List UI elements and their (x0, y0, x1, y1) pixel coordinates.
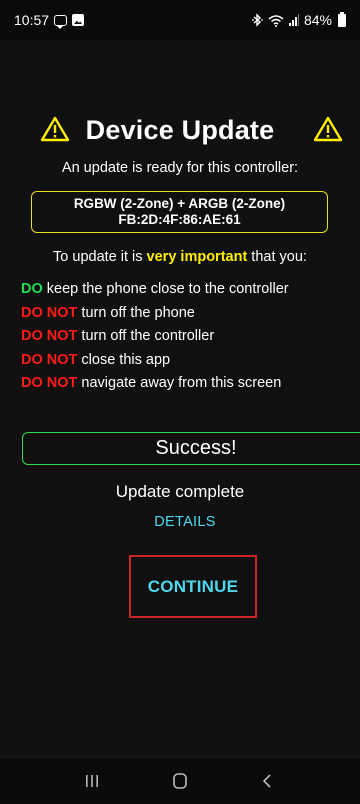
instructions-suffix: that you: (247, 249, 307, 265)
image-icon (72, 14, 85, 26)
rule-text: keep the phone close to the controller (42, 281, 289, 297)
battery-icon (338, 11, 346, 27)
battery-percent: 84% (303, 12, 332, 28)
rule-tag: DO NOT (21, 304, 78, 321)
device-name: RGBW (2-Zone) + ARGB (2-Zone) (73, 196, 286, 211)
rule-text: turn off the controller (77, 328, 215, 344)
status-bar: 10:57 84% (0, 0, 360, 40)
rule-tag: DO NOT (21, 328, 78, 344)
list-item: DO NOT navigate away from this screen (21, 373, 351, 397)
list-item: DO NOT turn off the controller (21, 326, 351, 350)
continue-button[interactable]: CONTINUE (129, 555, 257, 618)
wifi-icon (268, 14, 284, 27)
rule-text: close this app (77, 351, 171, 368)
title-row: Device Update (0, 108, 360, 152)
rule-text: turn off the phone (77, 304, 195, 321)
instructions-list: DO keep the phone close to the controlle… (21, 279, 351, 397)
system-nav-bar (0, 759, 360, 804)
home-icon[interactable] (168, 771, 192, 791)
instructions-highlight: very important (146, 249, 248, 265)
update-status-text: Update complete (115, 482, 245, 501)
status-left: 10:57 (14, 12, 85, 29)
bluetooth-icon (252, 13, 263, 27)
rule-tag: DO NOT (21, 375, 78, 391)
details-link[interactable]: DETAILS (145, 514, 225, 534)
list-item: DO keep the phone close to the controlle… (21, 279, 351, 303)
device-mac: FB:2D:4F:86:AE:61 (118, 212, 241, 227)
back-icon[interactable] (256, 771, 280, 791)
message-icon (54, 14, 68, 29)
success-banner: Success! (22, 432, 360, 465)
rule-tag: DO NOT (21, 351, 78, 368)
page-title: Device Update (85, 114, 275, 145)
rule-text: navigate away from this screen (77, 375, 282, 391)
rule-tag: DO (21, 281, 43, 297)
signal-icon (288, 14, 299, 26)
instructions-prefix: To update it is (53, 249, 147, 265)
clock: 10:57 (14, 12, 50, 28)
list-item: DO NOT close this app (21, 350, 351, 374)
device-info-box: RGBW (2-Zone) + ARGB (2-Zone) FB:2D:4F:8… (31, 191, 328, 233)
status-right: 84% (252, 11, 346, 28)
list-item: DO NOT turn off the phone (21, 303, 351, 327)
instructions-heading: To update it is very important that you: (0, 249, 360, 265)
recents-icon[interactable] (80, 771, 104, 791)
warning-icon (313, 116, 343, 142)
update-ready-text: An update is ready for this controller: (61, 160, 299, 176)
app-bar (0, 40, 360, 92)
warning-icon (40, 116, 70, 142)
